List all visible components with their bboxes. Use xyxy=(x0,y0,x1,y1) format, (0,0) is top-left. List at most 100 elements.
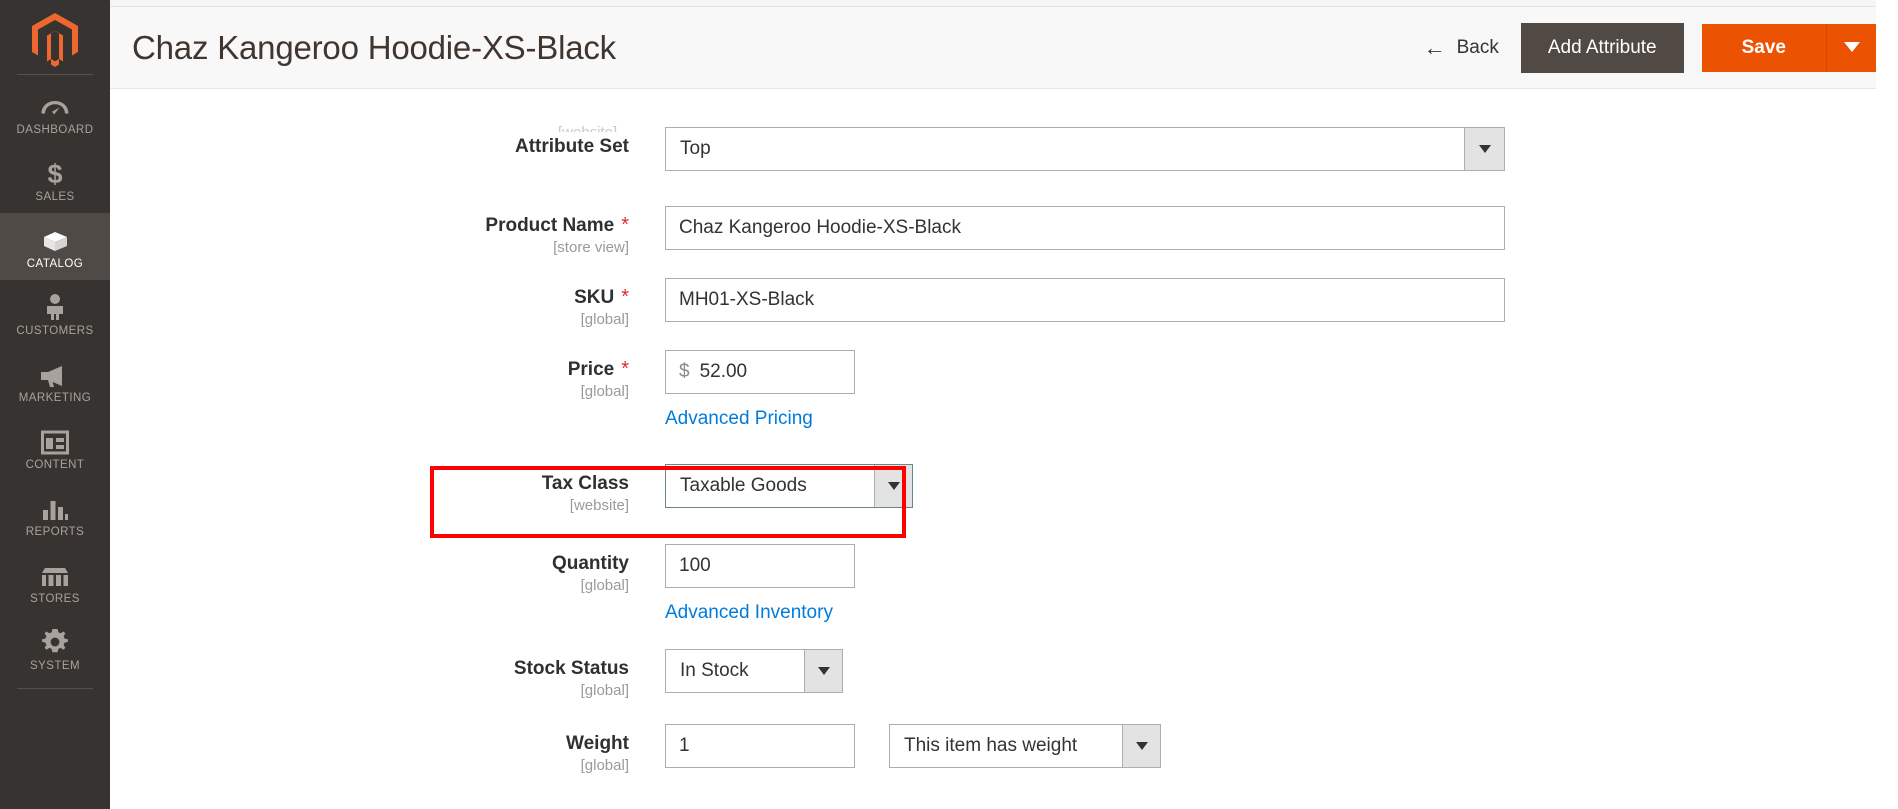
price-control-col: $ Advanced Pricing xyxy=(665,350,1898,430)
quantity-scope: [global] xyxy=(580,577,629,594)
header-actions: ← Back Add Attribute Save xyxy=(1418,22,1876,73)
save-button[interactable]: Save xyxy=(1701,23,1826,72)
tax-class-label-col: Tax Class [website] xyxy=(110,464,665,514)
quantity-label: Quantity xyxy=(551,553,629,574)
sidebar-item-stores[interactable]: STORES xyxy=(0,548,110,615)
sku-input[interactable] xyxy=(665,278,1505,322)
attribute-set-label: Attribute Set xyxy=(515,136,629,157)
sidebar-item-dashboard[interactable]: DASHBOARD xyxy=(0,79,110,146)
quantity-input[interactable] xyxy=(665,544,855,588)
field-row-tax-class: Tax Class [website] Taxable Goods xyxy=(110,464,1898,514)
attribute-set-label-col: Attribute Set xyxy=(110,127,665,158)
price-label: Price xyxy=(567,359,615,380)
sidebar-item-label: REPORTS xyxy=(25,526,85,538)
sidebar-divider-bottom xyxy=(17,688,93,689)
arrow-left-icon: ← xyxy=(1423,34,1446,60)
price-label-col: Price * [global] xyxy=(110,350,665,400)
storefront-icon xyxy=(40,559,70,589)
sidebar-item-reports[interactable]: REPORTS xyxy=(0,481,110,548)
stock-status-select[interactable]: In Stock xyxy=(665,649,843,693)
field-row-quantity: Quantity [global] Advanced Inventory xyxy=(110,544,1898,624)
dollar-sign-icon: $ xyxy=(44,157,66,187)
weight-input[interactable] xyxy=(679,725,924,767)
svg-text:$: $ xyxy=(47,159,62,187)
price-input-wrapper[interactable]: $ xyxy=(665,350,855,394)
attribute-set-select[interactable]: Top xyxy=(665,127,1505,171)
chevron-down-icon xyxy=(1464,128,1504,170)
sidebar-item-content[interactable]: CONTENT xyxy=(0,414,110,481)
sidebar-item-label: SYSTEM xyxy=(30,660,80,672)
back-button-label: Back xyxy=(1456,36,1499,58)
weight-input-wrapper[interactable]: lbs xyxy=(665,724,948,768)
product-name-control-col xyxy=(665,206,1898,250)
sidebar-item-sales[interactable]: $ SALES xyxy=(0,146,110,213)
person-icon xyxy=(44,291,66,321)
chevron-down-icon xyxy=(1122,725,1160,767)
product-name-input[interactable] xyxy=(665,206,1505,250)
main-content: Chaz Kangeroo Hoodie-XS-Black ← Back Add… xyxy=(110,0,1898,809)
back-button[interactable]: ← Back xyxy=(1418,27,1521,69)
weight-scope: [global] xyxy=(580,757,629,774)
page-header: Chaz Kangeroo Hoodie-XS-Black ← Back Add… xyxy=(110,7,1898,89)
magento-logo[interactable] xyxy=(0,0,110,68)
weight-label: Weight xyxy=(566,733,629,754)
gear-icon xyxy=(41,626,69,656)
sku-label-col: SKU * [global] xyxy=(110,278,665,328)
weight-type-value: This item has weight xyxy=(904,735,1078,756)
weight-control-col: lbs This item has weight xyxy=(665,724,1898,768)
sidebar-item-label: CUSTOMERS xyxy=(16,325,94,337)
field-row-sku: SKU * [global] xyxy=(110,278,1898,328)
sidebar-item-system[interactable]: SYSTEM xyxy=(0,615,110,682)
weight-type-select[interactable]: This item has weight xyxy=(889,724,1161,768)
stock-status-label-col: Stock Status [global] xyxy=(110,649,665,699)
stock-status-label: Stock Status xyxy=(513,658,629,679)
sidebar-item-marketing[interactable]: MARKETING xyxy=(0,347,110,414)
currency-symbol: $ xyxy=(679,361,690,382)
add-attribute-button[interactable]: Add Attribute xyxy=(1520,22,1684,73)
advanced-inventory-link[interactable]: Advanced Inventory xyxy=(665,602,833,624)
stock-status-scope: [global] xyxy=(580,682,629,699)
sku-label: SKU xyxy=(574,287,615,308)
stock-status-value: In Stock xyxy=(680,660,749,681)
sidebar-item-customers[interactable]: CUSTOMERS xyxy=(0,280,110,347)
magento-admin-app: DASHBOARD $ SALES CATALOG CUSTOMERS MARK… xyxy=(0,0,1898,809)
tax-class-control-col: Taxable Goods xyxy=(665,464,1898,508)
window-top-strip xyxy=(110,0,1898,7)
required-asterisk: * xyxy=(621,358,629,380)
save-button-group: Save xyxy=(1701,23,1876,72)
sidebar-item-catalog[interactable]: CATALOG xyxy=(0,213,110,280)
attribute-set-control-col: Top xyxy=(665,127,1898,171)
dashboard-gauge-icon xyxy=(40,90,70,120)
tax-class-select[interactable]: Taxable Goods xyxy=(665,464,913,508)
sidebar-item-label: CATALOG xyxy=(26,258,84,270)
price-input[interactable] xyxy=(699,351,854,393)
field-row-stock-status: Stock Status [global] In Stock xyxy=(110,649,1898,699)
field-row-weight: Weight [global] lbs This item has weight xyxy=(110,724,1898,774)
page-title: Chaz Kangeroo Hoodie-XS-Black xyxy=(132,28,616,66)
required-asterisk: * xyxy=(621,286,629,308)
tax-class-scope: [website] xyxy=(569,497,629,514)
sku-scope: [global] xyxy=(580,311,629,328)
tax-class-label: Tax Class xyxy=(541,473,629,494)
admin-sidebar: DASHBOARD $ SALES CATALOG CUSTOMERS MARK… xyxy=(0,0,110,809)
megaphone-icon xyxy=(40,358,70,388)
quantity-label-col: Quantity [global] xyxy=(110,544,665,594)
field-row-price: Price * [global] $ Advanced Pricing xyxy=(110,350,1898,430)
save-options-button[interactable] xyxy=(1826,23,1876,72)
field-row-attribute-set: Attribute Set Top xyxy=(110,127,1898,171)
attribute-set-value: Top xyxy=(680,138,711,159)
chevron-down-icon xyxy=(1843,40,1860,56)
product-form: [website] Attribute Set Top xyxy=(110,124,1898,809)
sidebar-item-label: STORES xyxy=(30,593,80,605)
stock-status-control-col: In Stock xyxy=(665,649,1898,693)
advanced-pricing-link[interactable]: Advanced Pricing xyxy=(665,408,813,430)
sidebar-item-label: CONTENT xyxy=(25,459,85,471)
required-asterisk: * xyxy=(621,214,629,236)
tax-class-value: Taxable Goods xyxy=(680,475,807,496)
product-name-scope: [store view] xyxy=(553,239,629,256)
chevron-down-icon xyxy=(874,465,912,507)
quantity-control-col: Advanced Inventory xyxy=(665,544,1898,624)
bar-chart-icon xyxy=(41,492,69,522)
price-scope: [global] xyxy=(580,383,629,400)
sku-control-col xyxy=(665,278,1898,322)
